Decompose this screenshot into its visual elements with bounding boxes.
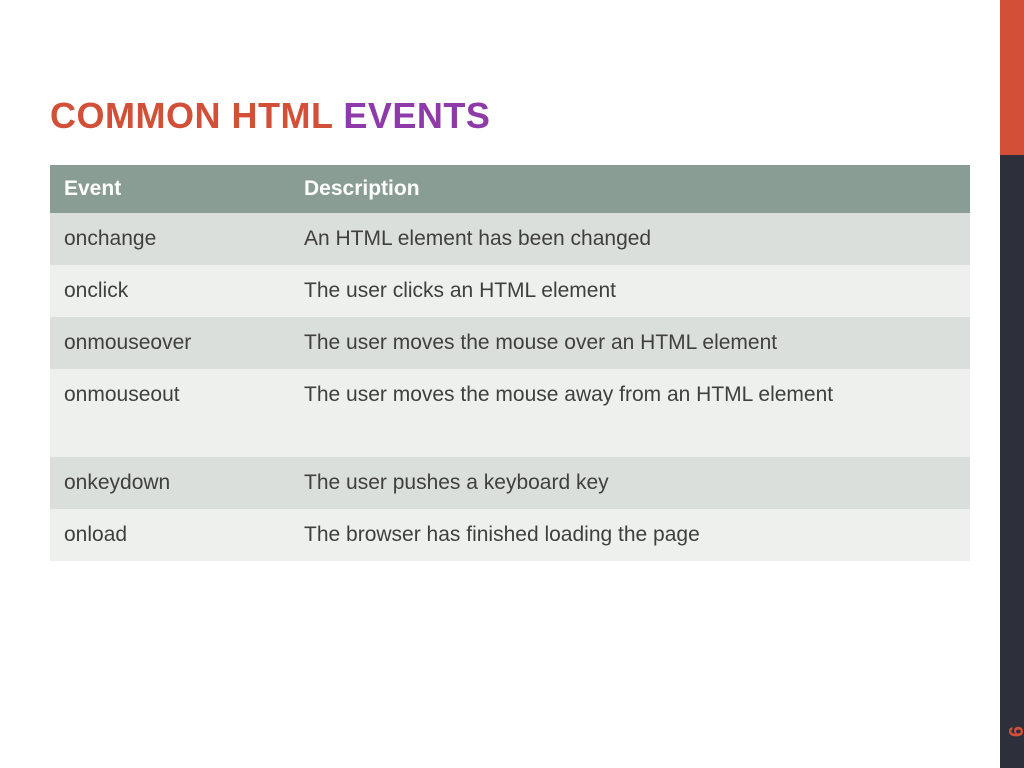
table-row: onclick The user clicks an HTML element (50, 265, 970, 317)
header-event: Event (50, 165, 290, 213)
title-part-events: EVENTS (343, 95, 490, 136)
table-row: onload The browser has finished loading … (50, 509, 970, 561)
events-table: Event Description onchange An HTML eleme… (50, 165, 970, 561)
page-title: COMMON HTML EVENTS (50, 95, 974, 137)
right-accent-orange (1000, 0, 1024, 155)
table-header-row: Event Description (50, 165, 970, 213)
cell-event: onchange (50, 213, 290, 265)
cell-description: The user clicks an HTML element (290, 265, 970, 317)
page-number: 9 (1003, 726, 1024, 737)
title-part-common-html: COMMON HTML (50, 95, 333, 136)
right-accent-bar (1000, 0, 1024, 768)
header-description: Description (290, 165, 970, 213)
table-row: onmouseout The user moves the mouse away… (50, 369, 970, 457)
cell-event: onmouseout (50, 369, 290, 457)
cell-event: onmouseover (50, 317, 290, 369)
cell-description: The browser has finished loading the pag… (290, 509, 970, 561)
right-accent-dark (1000, 155, 1024, 768)
cell-event: onload (50, 509, 290, 561)
cell-event: onclick (50, 265, 290, 317)
table-row: onchange An HTML element has been change… (50, 213, 970, 265)
cell-description: An HTML element has been changed (290, 213, 970, 265)
cell-description: The user moves the mouse over an HTML el… (290, 317, 970, 369)
slide-content: COMMON HTML EVENTS Event Description onc… (0, 0, 1024, 561)
cell-event: onkeydown (50, 457, 290, 509)
table-row: onmouseover The user moves the mouse ove… (50, 317, 970, 369)
cell-description: The user pushes a keyboard key (290, 457, 970, 509)
cell-description: The user moves the mouse away from an HT… (290, 369, 970, 457)
table-row: onkeydown The user pushes a keyboard key (50, 457, 970, 509)
